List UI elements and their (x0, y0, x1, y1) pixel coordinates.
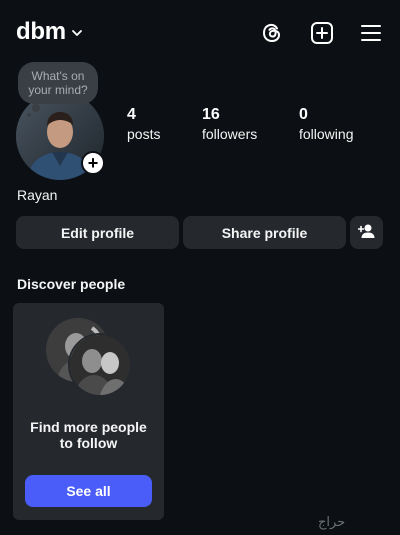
following-label: following (299, 126, 354, 142)
suggested-photo-2 (68, 333, 132, 397)
display-name: Rayan (17, 187, 58, 203)
note-bubble-tail-small (27, 113, 31, 117)
note-bubble-tail (32, 104, 40, 112)
see-all-button[interactable]: See all (25, 475, 152, 507)
note-line-2: your mind? (28, 83, 88, 97)
plus-icon: + (87, 153, 99, 173)
add-story-button[interactable]: + (81, 151, 105, 175)
discover-people-title: Discover people (17, 276, 126, 292)
create-plus-icon[interactable] (308, 19, 336, 47)
find-people-line-2: to follow (59, 435, 118, 451)
hamburger-menu-icon[interactable] (357, 19, 385, 47)
discover-people-button[interactable] (350, 216, 383, 249)
following-count: 0 (299, 106, 308, 123)
username-title: dbm (16, 18, 66, 45)
stat-followers[interactable]: 16 followers (202, 106, 257, 142)
add-person-icon (357, 222, 376, 243)
posts-count: 4 (127, 106, 136, 123)
note-line-1: What's on (31, 69, 85, 83)
watermark-logo: حراج (318, 515, 346, 530)
posts-label: posts (127, 126, 161, 142)
stat-posts[interactable]: 4 posts (127, 106, 160, 142)
chevron-down-icon (71, 26, 83, 38)
top-header: dbm (0, 0, 400, 64)
followers-count: 16 (202, 106, 220, 123)
edit-profile-button[interactable]: Edit profile (16, 216, 179, 249)
account-switcher[interactable]: dbm (16, 18, 83, 46)
share-profile-button[interactable]: Share profile (183, 216, 346, 249)
followers-label: followers (202, 126, 258, 142)
stat-following[interactable]: 0 following (299, 106, 353, 142)
find-people-card: Find more people to follow See all (13, 303, 164, 520)
find-people-text: Find more people to follow (13, 419, 164, 451)
note-bubble[interactable]: What's on your mind? (18, 62, 98, 104)
find-people-line-1: Find more people (30, 419, 147, 435)
threads-icon[interactable] (258, 19, 286, 47)
